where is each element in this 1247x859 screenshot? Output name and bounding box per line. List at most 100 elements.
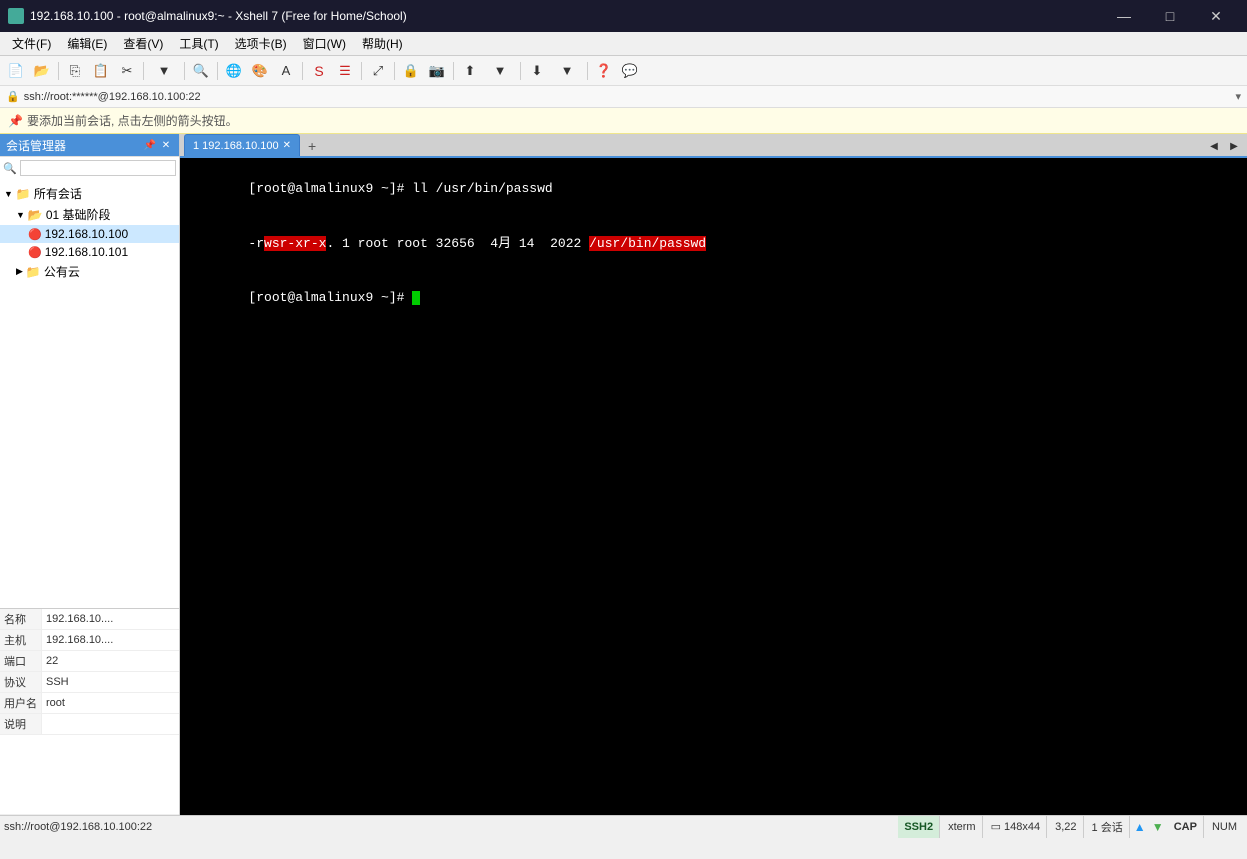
- tab-label: 1 192.168.10.100: [193, 140, 279, 152]
- xftp2-button[interactable]: ☰: [333, 60, 357, 82]
- tree-expand-icon: ▶: [16, 266, 23, 277]
- maximize-button[interactable]: □: [1147, 0, 1193, 32]
- status-cap: CAP: [1168, 816, 1204, 838]
- tree-expand-icon: ▼: [16, 210, 25, 220]
- font-button[interactable]: A: [274, 60, 298, 82]
- connect-button[interactable]: 🌐: [222, 60, 246, 82]
- warning-pin-icon: 📌: [8, 114, 23, 128]
- title-bar-left: 192.168.10.100 - root@almalinux9:~ - Xsh…: [8, 8, 407, 24]
- toolbar-sep-9: [520, 62, 521, 80]
- session-list-button[interactable]: ▼: [148, 60, 180, 82]
- info-value-username: root: [42, 695, 69, 711]
- status-num: NUM: [1206, 816, 1243, 838]
- status-ssh2: SSH2: [898, 816, 940, 838]
- tab-bar: 1 192.168.10.100 ✕ + ◀ ▶: [180, 134, 1247, 158]
- address-bar: 🔒 ssh://root:******@192.168.10.100:22 ▾: [0, 86, 1247, 108]
- tree-item-all-sessions[interactable]: ▼ 📁 所有会话: [0, 183, 179, 204]
- menu-tools[interactable]: 工具(T): [171, 33, 226, 54]
- tree-item-server-101[interactable]: 🔴 192.168.10.101: [0, 243, 179, 261]
- info-row-port: 端口 22: [0, 651, 179, 672]
- terminal-line-3: [root@almalinux9 ~]#: [186, 271, 1241, 326]
- tab-add-button[interactable]: +: [302, 136, 322, 156]
- terminal-content[interactable]: [root@almalinux9 ~]# ll /usr/bin/passwd …: [180, 158, 1247, 815]
- message-button[interactable]: 💬: [618, 60, 642, 82]
- arrow-up-icon: ▲: [1134, 820, 1146, 834]
- menu-tab[interactable]: 选项卡(B): [227, 33, 295, 54]
- info-row-empty: [0, 735, 179, 815]
- terminal-cursor: [412, 291, 420, 305]
- toolbar-sep-4: [217, 62, 218, 80]
- session-tree: ▼ 📁 所有会话 ▼ 📂 01 基础阶段 🔴 192.168.10.100 🔴 …: [0, 179, 179, 608]
- menu-help[interactable]: 帮助(H): [354, 33, 411, 54]
- status-position: 3,22: [1049, 816, 1083, 838]
- tab-prev-button[interactable]: ◀: [1205, 136, 1223, 156]
- tree-item-public-cloud[interactable]: ▶ 📁 公有云: [0, 261, 179, 282]
- tab-close-button[interactable]: ✕: [283, 140, 291, 151]
- session-search-input[interactable]: [20, 160, 176, 176]
- toolbar-sep-2: [143, 62, 144, 80]
- paste-button[interactable]: 📋: [89, 60, 113, 82]
- help-button[interactable]: ❓: [592, 60, 616, 82]
- menu-file[interactable]: 文件(F): [4, 33, 59, 54]
- find-button[interactable]: 🔍: [189, 60, 213, 82]
- tree-item-label: 公有云: [44, 263, 80, 280]
- photo-button[interactable]: 📷: [425, 60, 449, 82]
- session-panel-title: 会话管理器: [6, 137, 66, 154]
- info-label-username: 用户名: [0, 693, 42, 713]
- menu-bar: 文件(F) 编辑(E) 查看(V) 工具(T) 选项卡(B) 窗口(W) 帮助(…: [0, 32, 1247, 56]
- menu-edit[interactable]: 编辑(E): [59, 33, 115, 54]
- terminal-command-1: ll /usr/bin/passwd: [412, 181, 552, 196]
- toolbar-sep-8: [453, 62, 454, 80]
- upload-button[interactable]: ⬆: [458, 60, 482, 82]
- info-row-name: 名称 192.168.10....: [0, 609, 179, 630]
- info-label-host: 主机: [0, 630, 42, 650]
- session-close-button[interactable]: ✕: [159, 138, 173, 152]
- status-arrow-down[interactable]: ▼: [1150, 816, 1166, 838]
- xftp-button[interactable]: S: [307, 60, 331, 82]
- search-icon: 🔍: [3, 162, 17, 175]
- cut-button[interactable]: ✂: [115, 60, 139, 82]
- tab-1[interactable]: 1 192.168.10.100 ✕: [184, 134, 300, 156]
- copy-button[interactable]: ⎘: [63, 60, 87, 82]
- new-session-button[interactable]: 📄: [4, 60, 28, 82]
- status-xterm: xterm: [942, 816, 983, 838]
- session-pin-button[interactable]: 📌: [143, 138, 157, 152]
- upload-menu-button[interactable]: ▼: [484, 60, 516, 82]
- info-row-host: 主机 192.168.10....: [0, 630, 179, 651]
- session-panel-header: 会话管理器 📌 ✕: [0, 134, 179, 156]
- info-value-protocol: SSH: [42, 674, 73, 690]
- lock-icon: 🔒: [6, 90, 20, 103]
- status-arrow-up[interactable]: ▲: [1132, 816, 1148, 838]
- toolbar-sep-10: [587, 62, 588, 80]
- toolbar-sep-3: [184, 62, 185, 80]
- terminal-output-before: -r: [248, 236, 264, 251]
- tree-item-server-100[interactable]: 🔴 192.168.10.100: [0, 225, 179, 243]
- lock-button[interactable]: 🔒: [399, 60, 423, 82]
- warning-bar: 📌 要添加当前会话, 点击左侧的箭头按钮。: [0, 108, 1247, 134]
- info-row-protocol: 协议 SSH: [0, 672, 179, 693]
- warning-text: 要添加当前会话, 点击左侧的箭头按钮。: [27, 112, 238, 129]
- minimize-button[interactable]: —: [1101, 0, 1147, 32]
- status-bar-left: ssh://root@192.168.10.100:22: [4, 821, 898, 833]
- status-dimensions: ▭ 148x44: [985, 816, 1048, 838]
- toolbar: 📄 📂 ⎘ 📋 ✂ ▼ 🔍 🌐 🎨 A S ☰ ⤢ 🔒 📷 ⬆ ▼ ⬇ ▼ ❓ …: [0, 56, 1247, 86]
- folder-icon: 📁: [16, 187, 31, 201]
- tree-item-basic-stage[interactable]: ▼ 📂 01 基础阶段: [0, 204, 179, 225]
- open-button[interactable]: 📂: [30, 60, 54, 82]
- tree-expand-icon: ▼: [4, 189, 13, 199]
- tab-next-button[interactable]: ▶: [1225, 136, 1243, 156]
- info-label-note: 说明: [0, 714, 42, 734]
- info-row-username: 用户名 root: [0, 693, 179, 714]
- color-scheme-button[interactable]: 🎨: [248, 60, 272, 82]
- menu-window[interactable]: 窗口(W): [295, 33, 354, 54]
- address-dropdown[interactable]: ▾: [1235, 90, 1241, 103]
- status-sessions-text: 1 会话: [1092, 819, 1123, 835]
- download-menu-button[interactable]: ▼: [551, 60, 583, 82]
- close-button[interactable]: ✕: [1193, 0, 1239, 32]
- download-button[interactable]: ⬇: [525, 60, 549, 82]
- session-info: 名称 192.168.10.... 主机 192.168.10.... 端口 2…: [0, 608, 179, 815]
- info-label-port: 端口: [0, 651, 42, 671]
- menu-view[interactable]: 查看(V): [115, 33, 171, 54]
- toolbar-sep-1: [58, 62, 59, 80]
- expand-button[interactable]: ⤢: [366, 60, 390, 82]
